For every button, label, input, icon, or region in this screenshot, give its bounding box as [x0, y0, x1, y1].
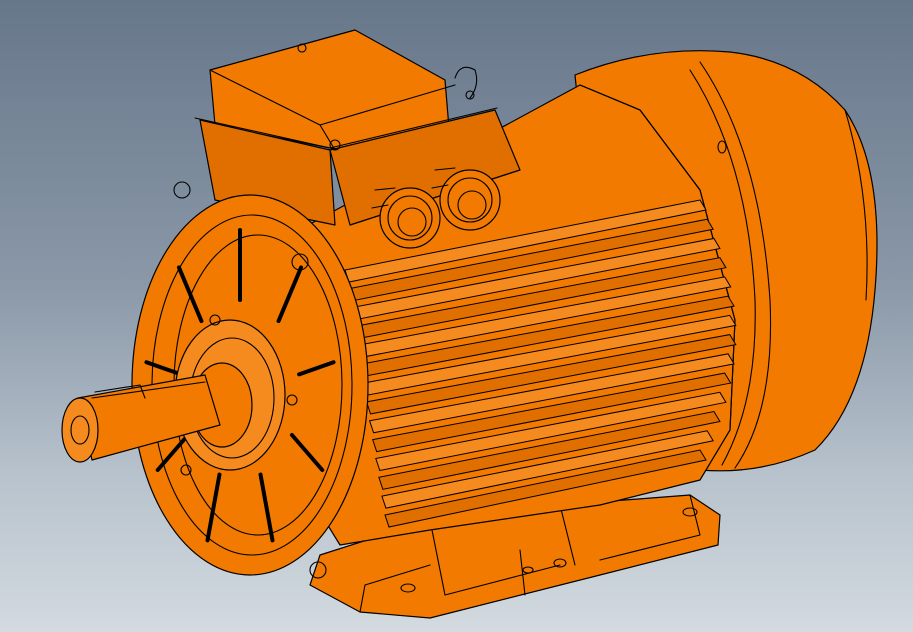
motor-model — [61, 29, 878, 619]
cad-viewport[interactable] — [0, 0, 913, 632]
